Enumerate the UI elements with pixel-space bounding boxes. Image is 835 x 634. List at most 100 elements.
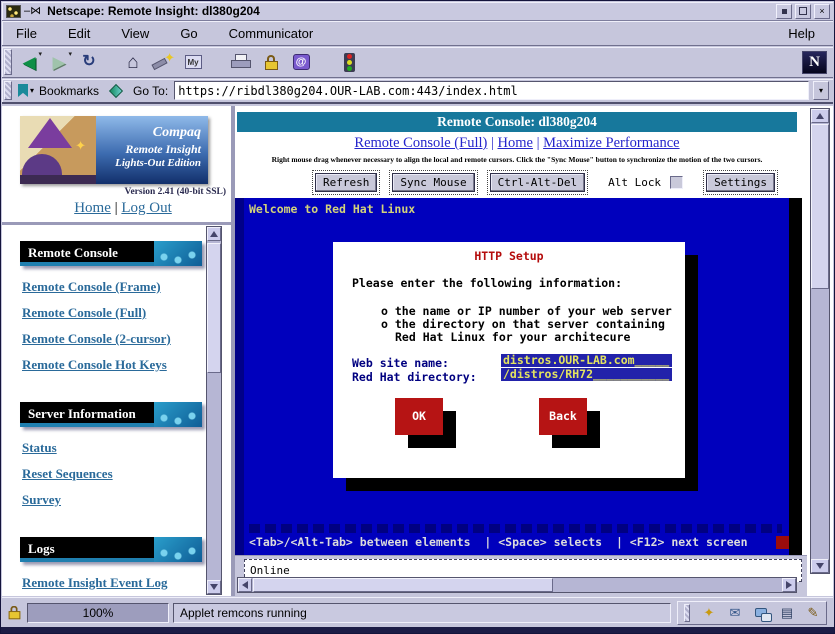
search-button[interactable]: ✦ <box>148 49 178 75</box>
close-button[interactable]: × <box>814 4 830 19</box>
bookmarks-label[interactable]: Bookmarks <box>39 84 99 98</box>
location-bar-grip[interactable] <box>4 81 12 100</box>
component-bar-grip[interactable] <box>684 604 690 622</box>
dialog-intro: Please enter the following information: <box>352 276 622 290</box>
sync-mouse-button[interactable]: Sync Mouse <box>392 173 474 192</box>
dialog-bullet-1: o the name or IP number of your web serv… <box>381 304 672 318</box>
maximize-performance-link[interactable]: Maximize Performance <box>543 135 679 151</box>
console-cursor-block <box>776 536 789 549</box>
sidebar-item-remote-console-frame[interactable]: Remote Console (Frame) <box>22 279 231 295</box>
title-bar[interactable]: –⋈ Netscape: Remote Insight: dl380g204 × <box>2 2 833 21</box>
status-message: Applet remcons running <box>173 603 671 623</box>
navigator-icon[interactable]: ✦ <box>700 604 718 622</box>
horizontal-scrollbar[interactable] <box>237 577 797 593</box>
scrollbar-thumb[interactable] <box>207 243 221 373</box>
toolbar-grip[interactable] <box>4 49 12 75</box>
mailbox-icon[interactable]: ✉ <box>726 604 744 622</box>
sidebar-item-reset-sequences[interactable]: Reset Sequences <box>22 466 231 482</box>
home-link[interactable]: Home <box>74 200 111 216</box>
navigation-toolbar: ◀▾ ▶▾ ↻ ⌂ ✦ My @ N <box>2 47 833 78</box>
vscrollbar-thumb[interactable] <box>811 124 829 289</box>
scroll-up-arrow[interactable] <box>207 227 221 241</box>
scroll-down-arrow[interactable] <box>207 580 221 594</box>
scroll-right-arrow[interactable] <box>782 578 796 592</box>
url-input[interactable] <box>174 81 809 100</box>
sidebar: ✦ Compaq Remote Insight Lights-Out Editi… <box>2 106 235 596</box>
brand-text: Compaq Remote Insight Lights-Out Edition <box>96 116 208 184</box>
sidebar-item-remote-console-2cursor[interactable]: Remote Console (2-cursor) <box>22 331 231 347</box>
hscrollbar-thumb[interactable] <box>253 578 553 592</box>
my-netscape-button[interactable]: My <box>178 49 208 75</box>
shop-button[interactable]: @ <box>286 49 316 75</box>
applet-left-margin <box>235 198 244 555</box>
refresh-button[interactable]: Refresh <box>315 173 377 192</box>
url-dropdown-button[interactable]: ▾ <box>813 81 829 100</box>
sidebar-item-remote-console-full[interactable]: Remote Console (Full) <box>22 305 231 321</box>
component-bar: ✦ ✉ ▤ ✎ <box>677 601 827 625</box>
discussions-icon[interactable] <box>752 604 770 622</box>
bookmark-icon[interactable] <box>18 84 28 97</box>
sidebar-item-survey[interactable]: Survey <box>22 492 231 508</box>
console-links: Remote Console (Full) | Home | Maximize … <box>237 135 797 152</box>
home-link-main[interactable]: Home <box>498 135 533 151</box>
print-button[interactable] <box>226 49 256 75</box>
menu-edit[interactable]: Edit <box>66 24 92 43</box>
sidebar-navigation: Remote Console Remote Console (Frame) Re… <box>2 225 231 596</box>
forward-button[interactable]: ▶▾ <box>44 49 74 75</box>
dialog-bullet-2-cont: Red Hat Linux for your architecure <box>395 330 630 344</box>
netscape-logo[interactable]: N <box>802 51 827 74</box>
page-title: Remote Console: dl380g204 <box>237 112 797 132</box>
menu-file[interactable]: File <box>14 24 39 43</box>
minimize-button[interactable] <box>776 4 792 19</box>
stop-button[interactable] <box>334 49 364 75</box>
sidebar-header-pane: ✦ Compaq Remote Insight Lights-Out Editi… <box>2 106 231 225</box>
reload-button[interactable]: ↻ <box>74 49 104 75</box>
page-proxy-icon[interactable] <box>109 83 123 97</box>
back-button[interactable]: ◀▾ <box>14 49 44 75</box>
home-button[interactable]: ⌂ <box>118 49 148 75</box>
alt-lock-checkbox[interactable] <box>670 176 683 189</box>
section-header-server-information: Server Information <box>20 402 202 427</box>
menu-communicator[interactable]: Communicator <box>227 24 316 43</box>
progress-indicator: 100% <box>27 603 169 623</box>
browser-window: –⋈ Netscape: Remote Insight: dl380g204 ×… <box>0 0 835 634</box>
remote-console-screen[interactable]: Welcome to Red Hat Linux HTTP Setup Plea… <box>244 198 802 555</box>
dialog-bullet-2: o the directory on that server containin… <box>381 317 665 331</box>
ok-button[interactable]: OK <box>395 398 443 435</box>
netscape-mini-icon <box>6 5 21 18</box>
scroll-down-arrow-main[interactable] <box>811 559 829 573</box>
remote-console-full-link[interactable]: Remote Console (Full) <box>354 135 487 151</box>
address-book-icon[interactable]: ▤ <box>778 604 796 622</box>
settings-button[interactable]: Settings <box>706 173 775 192</box>
instructions-text: Right mouse drag whenever necessary to a… <box>237 155 797 164</box>
composer-icon[interactable]: ✎ <box>804 604 822 622</box>
compaq-brand-logo: ✦ Compaq Remote Insight Lights-Out Editi… <box>20 116 208 184</box>
alt-lock-label: Alt Lock <box>608 176 661 189</box>
dialog-title: HTTP Setup <box>333 249 685 263</box>
status-bar: 100% Applet remcons running ✦ ✉ ▤ ✎ <box>2 597 833 627</box>
security-lock-icon[interactable] <box>9 606 21 620</box>
sidebar-scrollbar[interactable] <box>206 226 222 595</box>
sidebar-item-remote-insight-event-log[interactable]: Remote Insight Event Log <box>22 575 231 591</box>
sidebar-item-remote-console-hot-keys[interactable]: Remote Console Hot Keys <box>22 357 231 373</box>
menu-go[interactable]: Go <box>178 24 199 43</box>
vertical-scrollbar[interactable] <box>810 108 830 574</box>
redhat-directory-label: Red Hat directory: <box>352 370 477 384</box>
redhat-directory-field[interactable]: /distros/RH72___________ <box>501 368 672 381</box>
back-button-dialog[interactable]: Back <box>539 398 587 435</box>
main-frame: Remote Console: dl380g204 Remote Console… <box>235 106 833 596</box>
security-button[interactable] <box>256 49 286 75</box>
web-site-name-field[interactable]: distros.OUR-LAB.com_____ <box>501 354 672 367</box>
sidebar-item-status[interactable]: Status <box>22 440 231 456</box>
window-menu-icon[interactable]: –⋈ <box>24 6 41 17</box>
logout-link[interactable]: Log Out <box>121 200 171 216</box>
web-site-name-label: Web site name: <box>352 356 449 370</box>
window-title: Netscape: Remote Insight: dl380g204 <box>47 4 260 18</box>
scroll-left-arrow[interactable] <box>238 578 252 592</box>
bookmarks-dropdown-icon[interactable]: ▾ <box>30 86 34 95</box>
menu-view[interactable]: View <box>119 24 151 43</box>
menu-help[interactable]: Help <box>786 24 817 43</box>
maximize-button[interactable] <box>795 4 811 19</box>
ctrl-alt-del-button[interactable]: Ctrl-Alt-Del <box>490 173 585 192</box>
scroll-up-arrow-main[interactable] <box>811 109 829 123</box>
